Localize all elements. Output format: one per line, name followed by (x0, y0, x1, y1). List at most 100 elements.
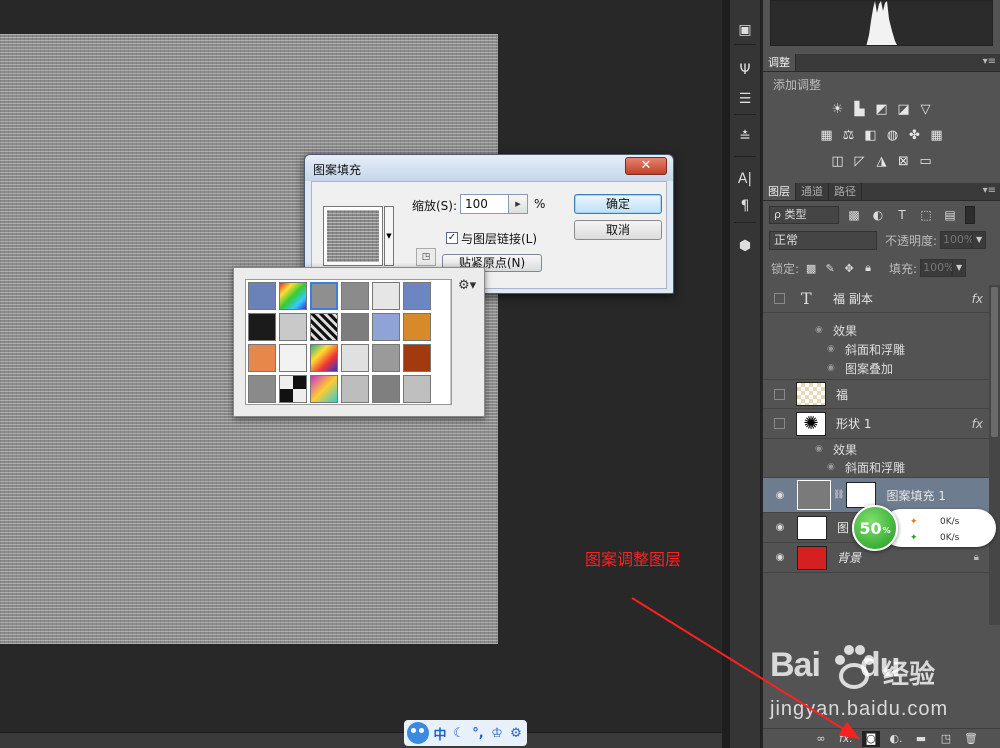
pattern-swatch[interactable] (372, 375, 400, 403)
layer-row[interactable]: ✺ 形状 1 fx (763, 409, 989, 439)
pattern-swatch[interactable] (248, 375, 276, 403)
eye-icon[interactable]: ◉ (827, 363, 841, 373)
fx-icon[interactable]: fx. (837, 731, 855, 747)
moon-icon[interactable]: ☾ (451, 726, 467, 741)
pattern-swatch[interactable] (248, 313, 276, 341)
chain-link-icon[interactable]: ⛓ (833, 490, 844, 500)
ime-toolbar[interactable]: 中 ☾ °, ♔ ⚙ (404, 720, 527, 746)
trash-icon[interactable]: 🗑︎ (962, 731, 980, 747)
layers-scroll-thumb[interactable] (991, 287, 998, 437)
brightness-icon[interactable]: ☀ (829, 100, 847, 118)
type-filter-icon[interactable]: T (893, 206, 911, 224)
fx-badge[interactable]: fx (972, 417, 983, 431)
layers-scrollbar[interactable] (989, 285, 1000, 625)
opacity-dropdown-icon[interactable]: ▼ (972, 231, 987, 249)
pattern-scrollbar[interactable]: ▲ ▼ (450, 280, 452, 404)
ime-mode-toggle[interactable]: 中 (432, 724, 448, 743)
cancel-button[interactable]: 取消 (574, 220, 662, 240)
filter-toggle-switch[interactable] (965, 206, 975, 224)
fill-dropdown-icon[interactable]: ▼ (952, 259, 967, 277)
eye-icon[interactable]: ◉ (770, 490, 790, 501)
pattern-swatch[interactable] (372, 344, 400, 372)
fx-badge[interactable]: fx (972, 292, 983, 306)
eye-icon[interactable]: ◉ (827, 344, 841, 354)
layer-visibility-box[interactable] (774, 293, 785, 304)
ok-button[interactable]: 确定 (574, 194, 662, 214)
pattern-swatch[interactable] (248, 344, 276, 372)
vibrance-icon[interactable]: ▽ (917, 100, 935, 118)
layer-row[interactable]: 福 (763, 379, 989, 409)
opacity-field[interactable]: 100% (940, 231, 975, 249)
black-white-icon[interactable]: ◧ (862, 126, 880, 144)
layer-row[interactable]: T 福 副本 fx (763, 285, 989, 313)
dialog-titlebar[interactable]: 图案填充 ✕ (305, 155, 673, 181)
color-lookup-icon[interactable]: ▦ (928, 126, 946, 144)
lock-transparent-icon[interactable]: ▩ (804, 261, 818, 275)
layer-visibility-box[interactable] (774, 418, 785, 429)
effect-item[interactable]: ◉ 斜面和浮雕 (763, 458, 989, 476)
network-speed-widget[interactable]: ✦ 0K/s ✦ 0K/s 50% (852, 505, 996, 551)
punctuation-icon[interactable]: °, (470, 726, 486, 741)
tab-paths[interactable]: 路径 (829, 183, 862, 200)
panel-menu-icon[interactable]: ▾≡ (983, 185, 996, 196)
new-adjustment-icon[interactable]: ◐. (887, 731, 905, 747)
pattern-swatch[interactable] (310, 282, 338, 310)
posterize-icon[interactable]: ◸ (851, 152, 869, 170)
pattern-swatch[interactable] (403, 313, 431, 341)
channel-mixer-icon[interactable]: ✤ (906, 126, 924, 144)
clone-source-icon[interactable]: ≛ (735, 127, 755, 147)
pattern-swatch[interactable] (310, 313, 338, 341)
scale-slider-arrow-icon[interactable]: ▶ (508, 194, 528, 214)
pattern-preview-swatch[interactable] (323, 206, 383, 266)
memory-percent-badge[interactable]: 50% (852, 505, 898, 551)
scale-input[interactable]: 100 (460, 194, 510, 214)
effect-item[interactable]: ◉ 图案叠加 (763, 359, 989, 377)
lock-image-icon[interactable]: ✎ (823, 261, 837, 275)
character-icon[interactable]: A| (735, 169, 755, 189)
adjustment-filter-icon[interactable]: ◐ (869, 206, 887, 224)
lock-all-icon[interactable]: 🔒︎ (861, 261, 875, 275)
photo-filter-icon[interactable]: ◍ (884, 126, 902, 144)
scroll-down-icon[interactable]: ▼ (451, 392, 452, 404)
lock-position-icon[interactable]: ✥ (842, 261, 856, 275)
pattern-swatch[interactable] (341, 313, 369, 341)
add-mask-icon[interactable]: ◙ (862, 730, 880, 747)
pattern-swatch[interactable] (372, 282, 400, 310)
gradient-map-icon[interactable]: ▭ (917, 152, 935, 170)
panel-menu-icon[interactable]: ▾≡ (983, 56, 996, 67)
tab-adjustments[interactable]: 调整 (763, 54, 796, 71)
color-balance-icon[interactable]: ⚖ (840, 126, 858, 144)
smart-object-filter-icon[interactable]: ▤ (941, 206, 959, 224)
pattern-swatch[interactable] (403, 375, 431, 403)
fill-field[interactable]: 100% (920, 259, 955, 277)
pattern-swatch[interactable] (279, 375, 307, 403)
cube-info-icon[interactable]: ▣ (735, 20, 755, 40)
pattern-dropdown-arrow-icon[interactable]: ▼ (384, 206, 394, 266)
dialog-close-button[interactable]: ✕ (625, 157, 667, 175)
tab-layers[interactable]: 图层 (763, 183, 796, 200)
pattern-swatch[interactable] (372, 313, 400, 341)
tab-channels[interactable]: 通道 (796, 183, 829, 200)
blend-mode-select[interactable]: 正常 (769, 230, 877, 250)
threshold-icon[interactable]: ◮ (873, 152, 891, 170)
effects-group[interactable]: ◉ 效果 (763, 321, 989, 339)
eye-icon[interactable]: ◉ (827, 462, 841, 472)
brush-preset-icon[interactable]: Ψ (735, 60, 755, 80)
pattern-swatch[interactable] (403, 282, 431, 310)
layer-visibility-box[interactable] (774, 388, 785, 400)
pattern-swatch[interactable] (341, 375, 369, 403)
pattern-swatch[interactable] (341, 344, 369, 372)
eye-icon[interactable]: ◉ (770, 552, 790, 563)
pattern-swatch[interactable] (248, 282, 276, 310)
layer-filter-select[interactable]: ρ 类型 (769, 206, 839, 224)
pattern-swatch[interactable] (310, 344, 338, 372)
invert-icon[interactable]: ◫ (829, 152, 847, 170)
skin-icon[interactable]: ♔ (489, 726, 505, 741)
effect-item[interactable]: ◉ 斜面和浮雕 (763, 340, 989, 358)
link-with-layer-label[interactable]: 与图层链接(L) (461, 230, 537, 247)
new-group-icon[interactable]: ▬ (912, 731, 930, 747)
curves-icon[interactable]: ◩ (873, 100, 891, 118)
eye-icon[interactable]: ◉ (815, 444, 829, 454)
hue-saturation-icon[interactable]: ▦ (818, 126, 836, 144)
pattern-swatch[interactable] (403, 344, 431, 372)
